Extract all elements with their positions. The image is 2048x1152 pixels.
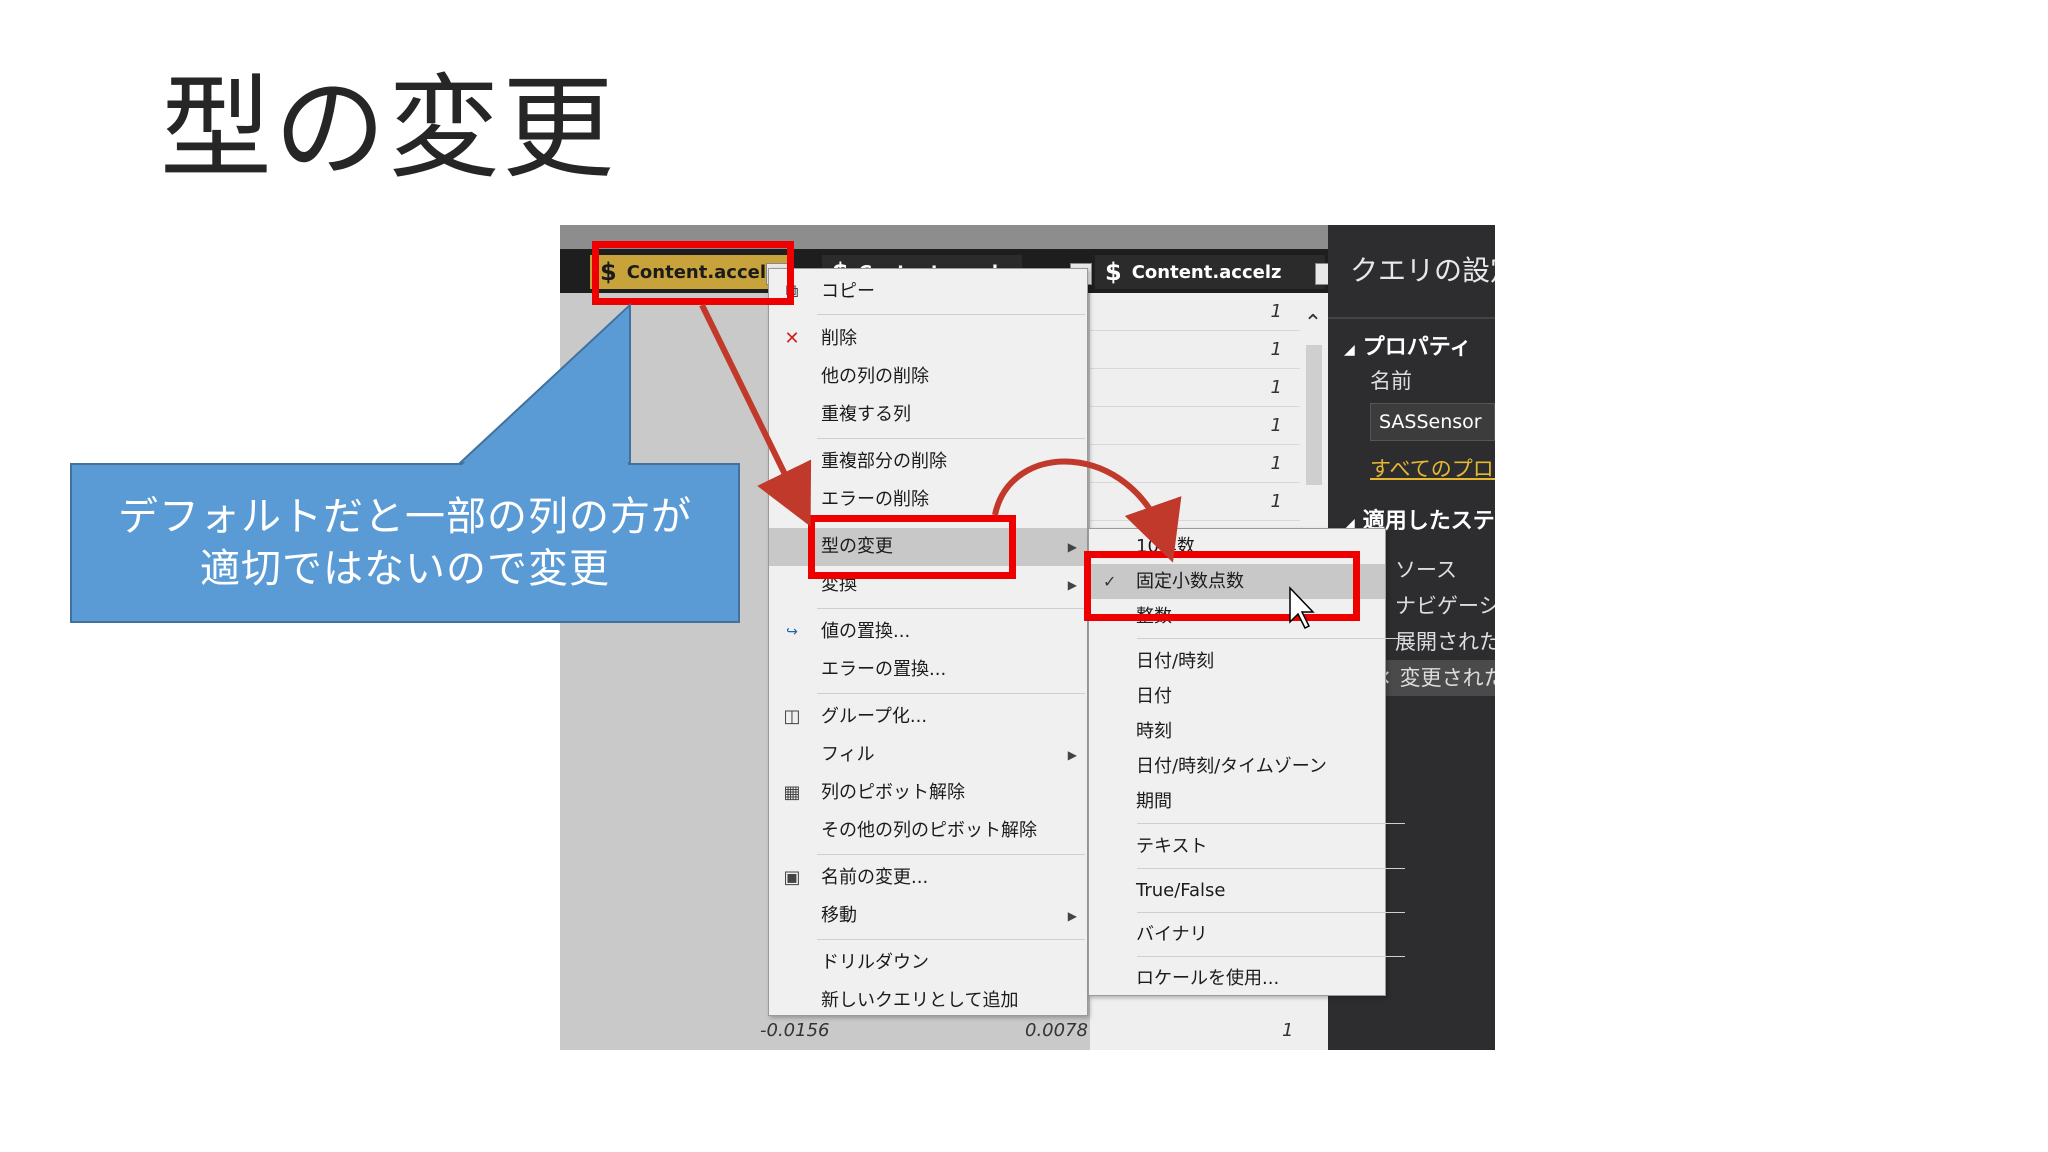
callout-tail-cover	[462, 308, 628, 465]
callout-tail-fill	[462, 308, 628, 465]
